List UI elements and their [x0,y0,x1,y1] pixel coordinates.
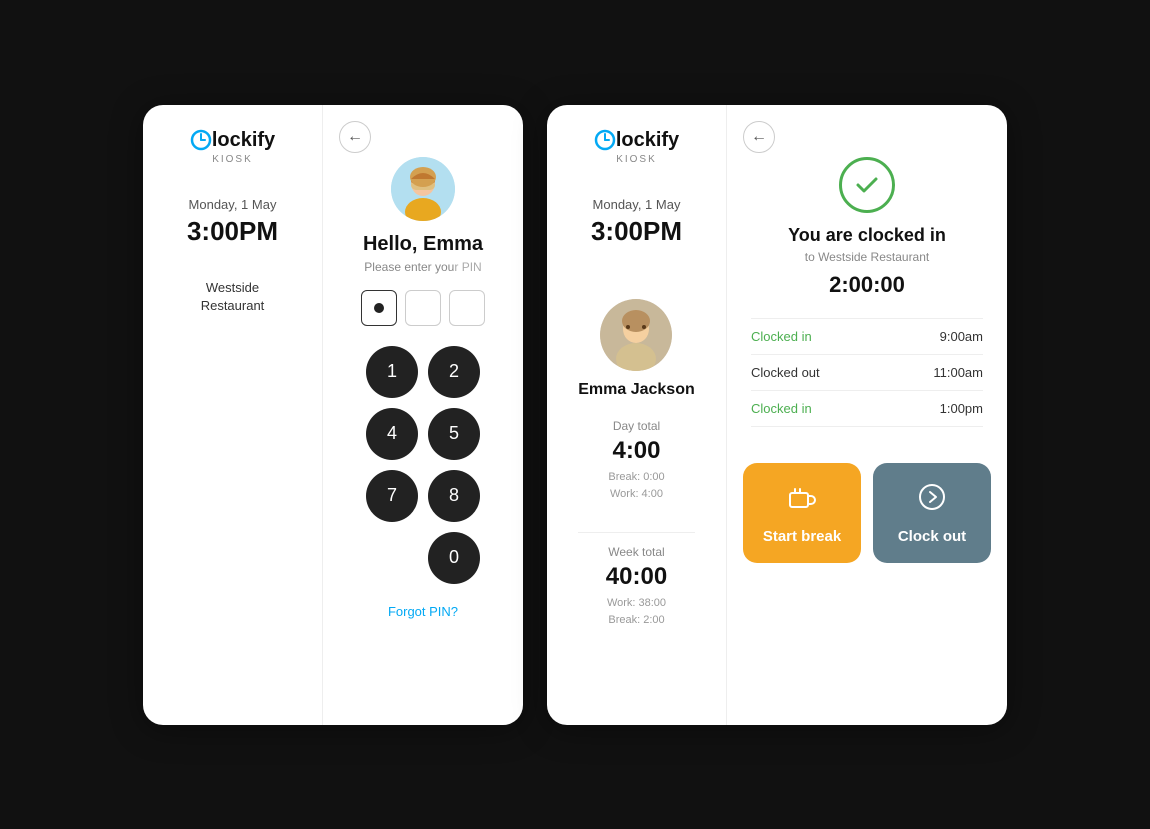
divider-1 [578,532,695,533]
clocked-in-check [839,157,895,213]
user-avatar-1 [391,157,455,221]
back-button-2[interactable]: ← [743,121,775,153]
day-total-section: Day total 4:00 Break: 0:00 Work: 4:00 [578,419,695,504]
start-break-button[interactable]: Start break [743,463,861,563]
status-panel: ← You are clocked in to Westside Restaur… [727,105,1007,725]
log-time-2: 11:00am [933,365,983,380]
log-row-3: Clocked in 1:00pm [751,391,983,427]
sidebar-time-1: 3:00PM [187,216,278,247]
check-svg [853,171,881,199]
hello-text: Hello, Emma [363,233,483,256]
avatar-image-1 [391,157,455,221]
pin-dot-1 [361,290,397,326]
break-icon [786,481,818,518]
time-log: Clocked in 9:00am Clocked out 11:00am Cl… [751,318,983,427]
sidebar-date-1: Monday, 1 May [189,197,277,212]
pin-dots [361,290,485,326]
key-2[interactable]: 2 [428,346,480,398]
clocked-in-title: You are clocked in [788,225,946,246]
week-total-section: Week total 40:00 Work: 38:00 Break: 2:00 [578,545,695,630]
clock-icon [190,129,212,151]
tablet-2: lockify KIOSK Monday, 1 May 3:00PM [547,105,1007,725]
day-total-value: 4:00 [578,437,695,465]
logo-1: lockify KIOSK [190,129,275,165]
sidebar-date-2: Monday, 1 May [593,197,681,212]
pin-panel: ← Hello, Emma Please enter [323,105,523,725]
week-total-value: 40:00 [578,563,695,591]
pin-dot-3 [449,290,485,326]
keypad: 1 2 4 5 7 8 0 [366,346,480,584]
clock-out-label: Clock out [898,528,966,545]
tablet2-sidebar: lockify KIOSK Monday, 1 May 3:00PM [547,105,727,725]
back-arrow-2: ← [751,129,767,145]
logo-text-1: lockify [212,129,275,152]
sidebar-time-2: 3:00PM [591,216,682,247]
pin-dot-2 [405,290,441,326]
start-break-label: Start break [763,528,841,545]
kiosk-label-2: KIOSK [616,154,657,165]
log-type-3: Clocked in [751,401,812,416]
sidebar-location-1: WestsideRestaurant [201,279,265,315]
log-row-2: Clocked out 11:00am [751,355,983,391]
log-type-2: Clocked out [751,365,820,380]
logo-text-2: lockify [616,129,679,152]
sidebar-user: Emma Jackson Day total 4:00 Break: 0:00 … [578,299,695,646]
week-break: Break: 2:00 [578,612,695,630]
sidebar-user-avatar [600,299,672,371]
clockout-icon [916,481,948,518]
pin-prompt: Please enter your PIN [364,260,481,274]
action-buttons: Start break Clock out [727,447,1007,579]
week-total-label: Week total [578,545,695,559]
day-work: Work: 4:00 [578,486,695,504]
week-work: Work: 38:00 [578,595,695,613]
key-5[interactable]: 5 [428,408,480,460]
clocked-in-subtitle: to Westside Restaurant [805,250,930,264]
sidebar-avatar-img [600,299,672,371]
forgot-pin-link[interactable]: Forgot PIN? [388,604,458,619]
logo-2: lockify KIOSK [594,129,679,165]
log-time-1: 9:00am [940,329,983,344]
clock-icon-2 [594,129,616,151]
log-time-3: 1:00pm [940,401,983,416]
coffee-icon [786,481,818,513]
back-arrow-1: ← [347,129,363,145]
elapsed-time: 2:00:00 [829,272,905,298]
key-1[interactable]: 1 [366,346,418,398]
tablet1-sidebar: lockify KIOSK Monday, 1 May 3:00PM Wests… [143,105,323,725]
key-4[interactable]: 4 [366,408,418,460]
scene: lockify KIOSK Monday, 1 May 3:00PM Wests… [143,105,1007,725]
tablet-1: lockify KIOSK Monday, 1 May 3:00PM Wests… [143,105,523,725]
log-type-1: Clocked in [751,329,812,344]
arrow-circle-icon [916,481,948,513]
log-row-1: Clocked in 9:00am [751,318,983,355]
key-0[interactable]: 0 [428,532,480,584]
key-7[interactable]: 7 [366,470,418,522]
day-total-label: Day total [578,419,695,433]
back-button-1[interactable]: ← [339,121,371,153]
day-break: Break: 0:00 [578,469,695,487]
key-8[interactable]: 8 [428,470,480,522]
kiosk-label-1: KIOSK [212,154,253,165]
clock-out-button[interactable]: Clock out [873,463,991,563]
sidebar-user-name: Emma Jackson [578,381,695,399]
